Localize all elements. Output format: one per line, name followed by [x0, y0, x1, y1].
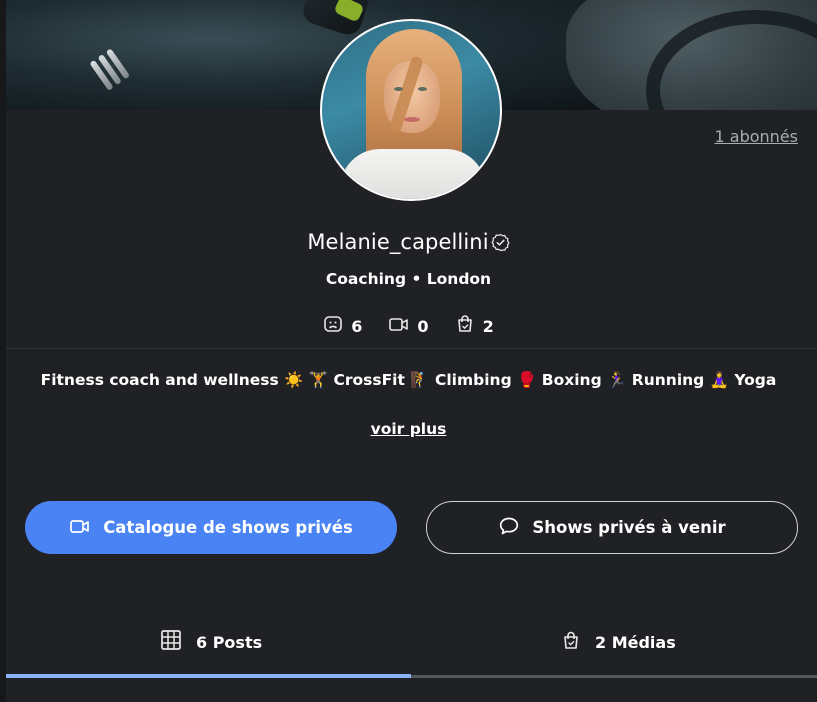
shopping-bag-icon	[561, 630, 581, 655]
section-divider	[6, 348, 817, 349]
verified-badge-icon	[491, 233, 510, 257]
followers-link[interactable]: 1 abonnés	[715, 127, 798, 146]
see-more-link[interactable]: voir plus	[0, 420, 817, 438]
profile-username-row: Melanie_capellini	[0, 230, 817, 257]
stat-medias-value: 2	[482, 316, 494, 336]
stat-videos: 0	[388, 314, 429, 338]
tab-bar-track	[411, 675, 817, 678]
stat-medias: 2	[455, 314, 494, 338]
stat-posts-value: 6	[351, 316, 363, 336]
private-shows-catalog-button[interactable]: Catalogue de shows privés	[25, 501, 397, 554]
chat-bubble-icon	[498, 515, 520, 541]
stat-videos-value: 0	[417, 316, 429, 336]
face-icon	[323, 314, 343, 338]
grid-icon	[160, 629, 182, 655]
profile-avatar[interactable]	[320, 19, 502, 201]
profile-username: Melanie_capellini	[307, 230, 489, 254]
video-camera-icon	[388, 314, 409, 338]
video-camera-icon	[69, 516, 91, 540]
active-tab-indicator	[6, 674, 411, 678]
shopping-bag-icon	[455, 314, 475, 338]
tab-posts[interactable]: 6 Posts	[160, 626, 262, 658]
upcoming-private-shows-button[interactable]: Shows privés à venir	[426, 501, 798, 554]
profile-stats: 6 0 2	[0, 314, 817, 338]
stat-posts: 6	[323, 314, 362, 338]
private-shows-catalog-label: Catalogue de shows privés	[103, 518, 353, 537]
profile-bio: Fitness coach and wellness ☀️ 🏋️ CrossFi…	[40, 371, 777, 389]
tab-medias-label: 2 Médias	[595, 632, 676, 652]
tab-medias[interactable]: 2 Médias	[561, 626, 676, 658]
profile-tagline: Coaching • London	[325, 270, 492, 288]
tab-posts-label: 6 Posts	[196, 632, 263, 652]
upcoming-private-shows-label: Shows privés à venir	[532, 518, 726, 537]
